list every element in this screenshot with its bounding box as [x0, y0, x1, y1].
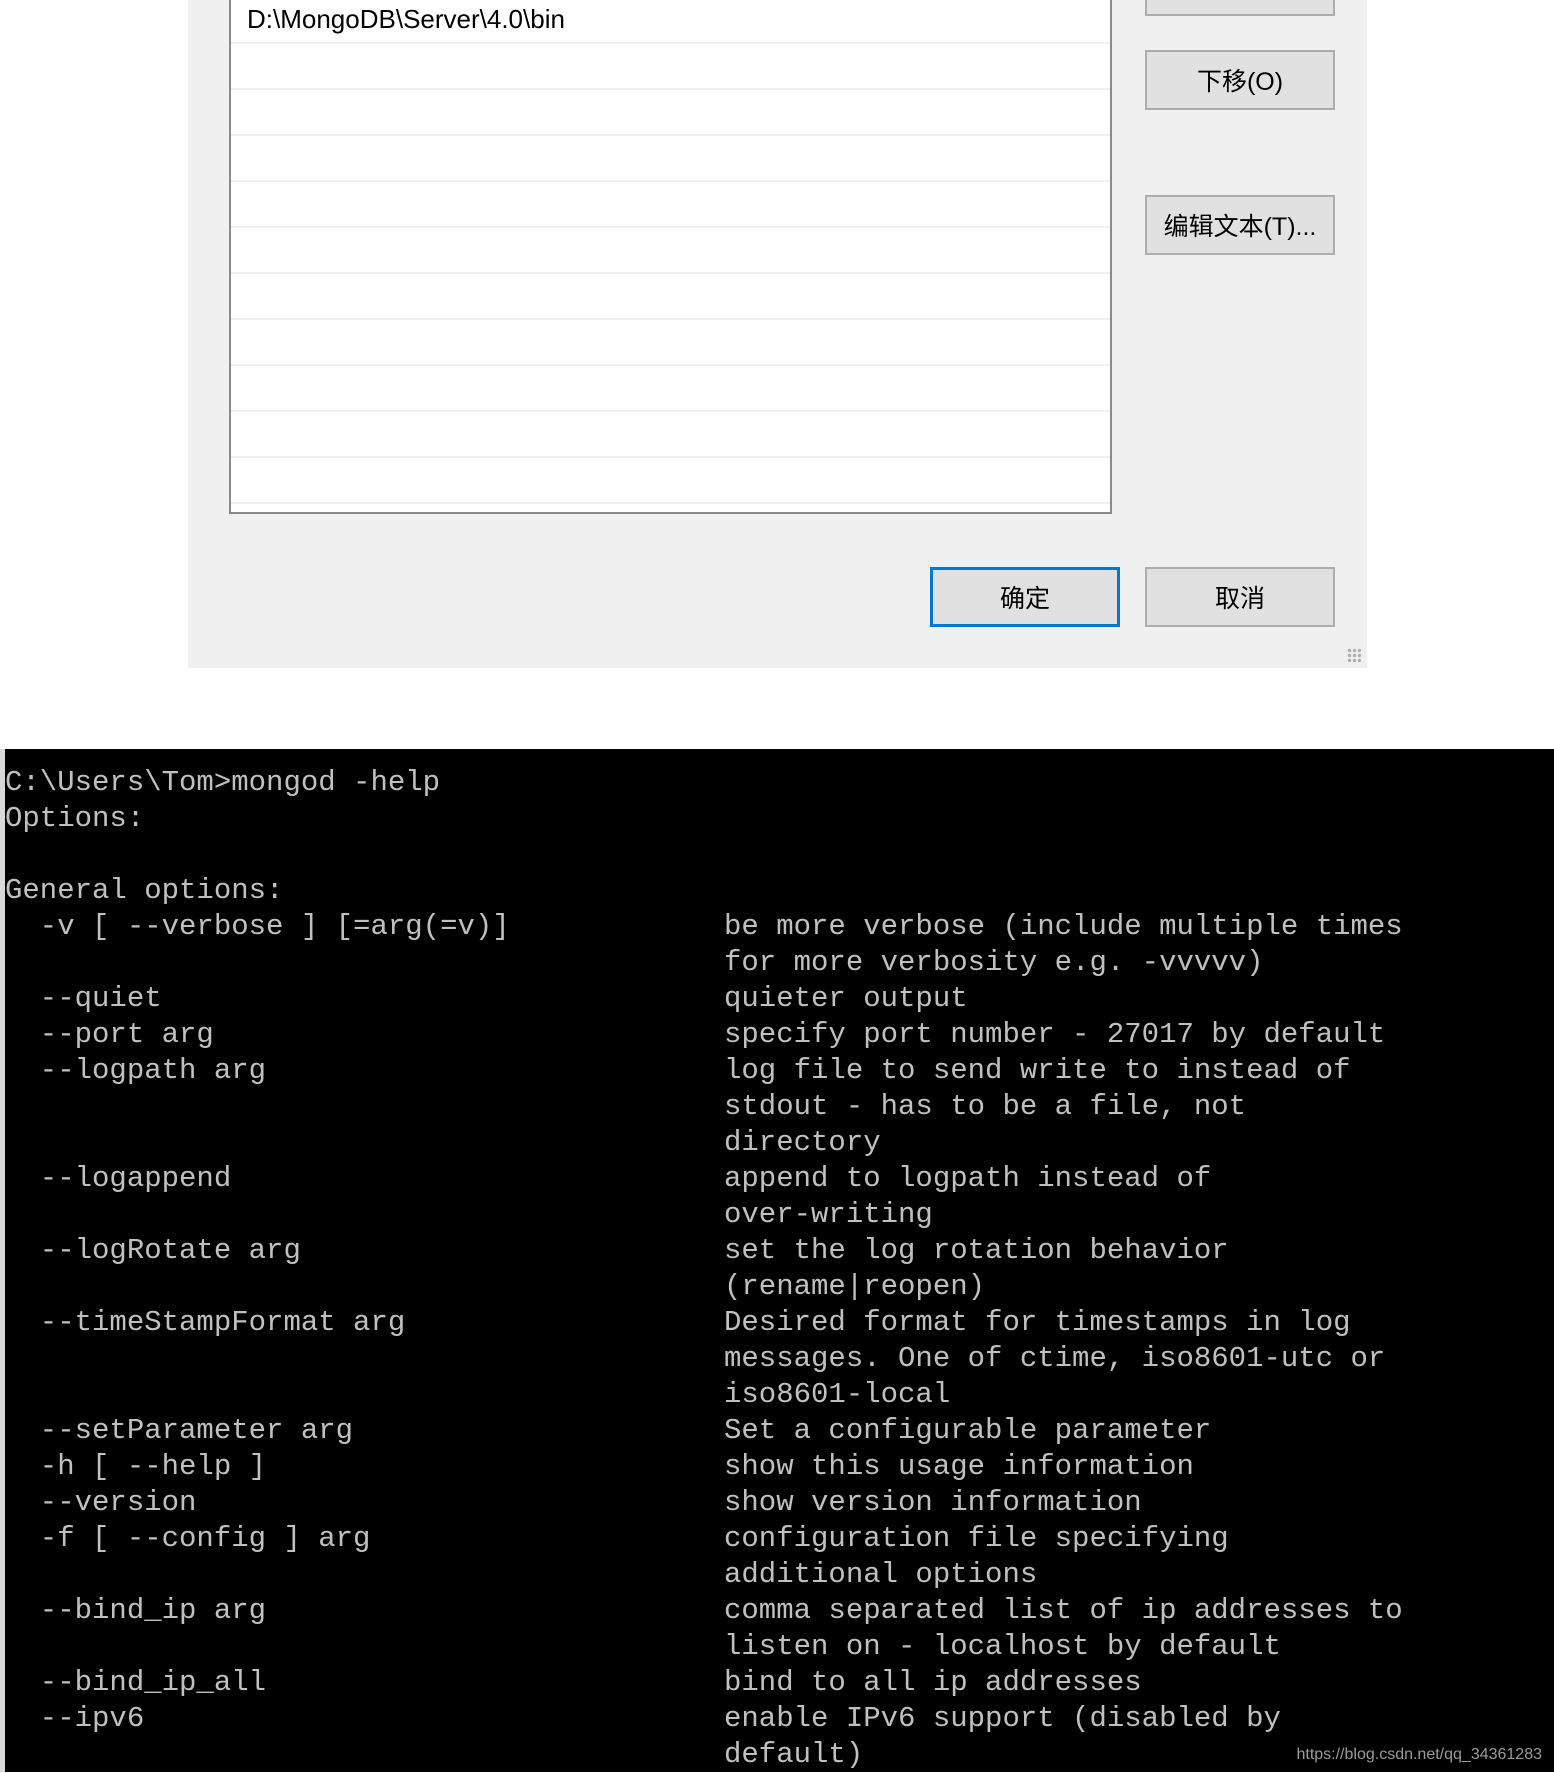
- cancel-button[interactable]: 取消: [1145, 567, 1335, 627]
- option-name: --logRotate arg: [5, 1234, 301, 1267]
- terminal-line: --timeStampFormat arg Desired format for …: [5, 1305, 1554, 1341]
- option-description: specify port number - 27017 by default: [724, 1018, 1386, 1051]
- option-description: enable IPv6 support (disabled by: [724, 1702, 1281, 1735]
- terminal-line: C:\Users\Tom>mongod -help: [5, 765, 1554, 801]
- option-name: General options:: [5, 874, 284, 907]
- terminal-line: --logpath arg log file to send write to i…: [5, 1053, 1554, 1089]
- path-list-item[interactable]: [231, 366, 1110, 412]
- terminal-line: Options:: [5, 801, 1554, 837]
- path-list-item[interactable]: [231, 90, 1110, 136]
- path-list-item[interactable]: [231, 274, 1110, 320]
- terminal-line: -f [ --config ] arg configuration file sp…: [5, 1521, 1554, 1557]
- option-name: --setParameter arg: [5, 1414, 354, 1447]
- option-name: Options:: [5, 802, 145, 835]
- terminal-line: additional options: [5, 1557, 1554, 1593]
- path-list-item[interactable]: [231, 44, 1110, 90]
- move-up-button[interactable]: [1145, 0, 1335, 16]
- option-description: configuration file specifying: [724, 1522, 1229, 1555]
- option-description: bind to all ip addresses: [724, 1666, 1142, 1699]
- option-name: --timeStampFormat arg: [5, 1306, 406, 1339]
- option-description: (rename|reopen): [724, 1270, 986, 1303]
- option-description: stdout - has to be a file, not: [724, 1090, 1247, 1123]
- option-description: show this usage information: [724, 1450, 1194, 1483]
- path-list-item[interactable]: [231, 412, 1110, 458]
- terminal-line: messages. One of ctime, iso8601-utc or: [5, 1341, 1554, 1377]
- option-description: messages. One of ctime, iso8601-utc or: [724, 1342, 1386, 1375]
- path-list-item[interactable]: D:\MongoDB\Server\4.0\bin: [231, 0, 1110, 44]
- option-name: -f [ --config ] arg: [5, 1522, 371, 1555]
- terminal-line: listen on - localhost by default: [5, 1629, 1554, 1665]
- path-list-item[interactable]: [231, 458, 1110, 504]
- terminal-line: --port arg specify port number - 27017 by…: [5, 1017, 1554, 1053]
- option-description: show version information: [724, 1486, 1142, 1519]
- option-description: log file to send write to instead of: [724, 1054, 1351, 1087]
- terminal-line: General options:: [5, 873, 1554, 909]
- option-name: -v [ --verbose ] [=arg(=v)]: [5, 910, 510, 943]
- option-description: default): [724, 1738, 864, 1771]
- terminal-line: --version show version information: [5, 1485, 1554, 1521]
- option-description: directory: [724, 1126, 881, 1159]
- terminal-line: --logappend append to logpath instead of: [5, 1161, 1554, 1197]
- option-description: quieter output: [724, 982, 968, 1015]
- watermark: https://blog.csdn.net/qq_34361283: [1296, 1746, 1542, 1763]
- terminal-line: -v [ --verbose ] [=arg(=v)] be more verbo…: [5, 909, 1554, 945]
- option-description: listen on - localhost by default: [724, 1630, 1281, 1663]
- terminal-line: (rename|reopen): [5, 1269, 1554, 1305]
- option-name: --logappend: [5, 1162, 232, 1195]
- terminal-line: stdout - has to be a file, not: [5, 1089, 1554, 1125]
- terminal-line: --bind_ip arg comma separated list of ip …: [5, 1593, 1554, 1629]
- option-description: iso8601-local: [724, 1378, 951, 1411]
- ok-button[interactable]: 确定: [930, 567, 1120, 627]
- option-name: --ipv6: [5, 1702, 145, 1735]
- path-list-item[interactable]: [231, 182, 1110, 228]
- terminal-line: over-writing: [5, 1197, 1554, 1233]
- option-name: --logpath arg: [5, 1054, 267, 1087]
- option-description: over-writing: [724, 1198, 933, 1231]
- path-list[interactable]: D:\MongoDB\Server\4.0\bin: [229, 0, 1112, 514]
- edit-text-button[interactable]: 编辑文本(T)...: [1145, 195, 1335, 255]
- option-name: -h [ --help ]: [5, 1450, 267, 1483]
- option-name: --bind_ip_all: [5, 1666, 267, 1699]
- terminal-line: -h [ --help ] show this usage information: [5, 1449, 1554, 1485]
- terminal-line: --logRotate arg set the log rotation beha…: [5, 1233, 1554, 1269]
- option-description: Desired format for timestamps in log: [724, 1306, 1351, 1339]
- option-name: --version: [5, 1486, 197, 1519]
- move-down-button[interactable]: 下移(O): [1145, 50, 1335, 110]
- terminal-line: directory: [5, 1125, 1554, 1161]
- option-name: --port arg: [5, 1018, 214, 1051]
- option-name: C:\Users\Tom>mongod -help: [5, 766, 441, 799]
- terminal-line: --quiet quieter output: [5, 981, 1554, 1017]
- option-name: --quiet: [5, 982, 162, 1015]
- option-description: set the log rotation behavior: [724, 1234, 1229, 1267]
- terminal-line: --ipv6 enable IPv6 support (disabled by: [5, 1701, 1554, 1737]
- path-list-item[interactable]: [231, 320, 1110, 366]
- option-description: comma separated list of ip addresses to: [724, 1594, 1403, 1627]
- option-description: for more verbosity e.g. -vvvvv): [724, 946, 1264, 979]
- terminal-line: --bind_ip_all bind to all ip addresses: [5, 1665, 1554, 1701]
- option-description: additional options: [724, 1558, 1038, 1591]
- terminal-line: --setParameter arg Set a configurable par…: [5, 1413, 1554, 1449]
- terminal-line: iso8601-local: [5, 1377, 1554, 1413]
- command-prompt-output: C:\Users\Tom>mongod -help Options: General…: [0, 749, 1554, 1772]
- resize-grip-icon[interactable]: [1347, 648, 1361, 662]
- terminal-line: for more verbosity e.g. -vvvvv): [5, 945, 1554, 981]
- edit-environment-variable-dialog: D:\MongoDB\Server\4.0\bin 下移(O) 编辑文本(T).…: [188, 0, 1367, 668]
- option-description: append to logpath instead of: [724, 1162, 1212, 1195]
- option-name: --bind_ip arg: [5, 1594, 267, 1627]
- option-description: be more verbose (include multiple times: [724, 910, 1403, 943]
- option-description: Set a configurable parameter: [724, 1414, 1212, 1447]
- path-list-item[interactable]: [231, 136, 1110, 182]
- path-list-item[interactable]: [231, 228, 1110, 274]
